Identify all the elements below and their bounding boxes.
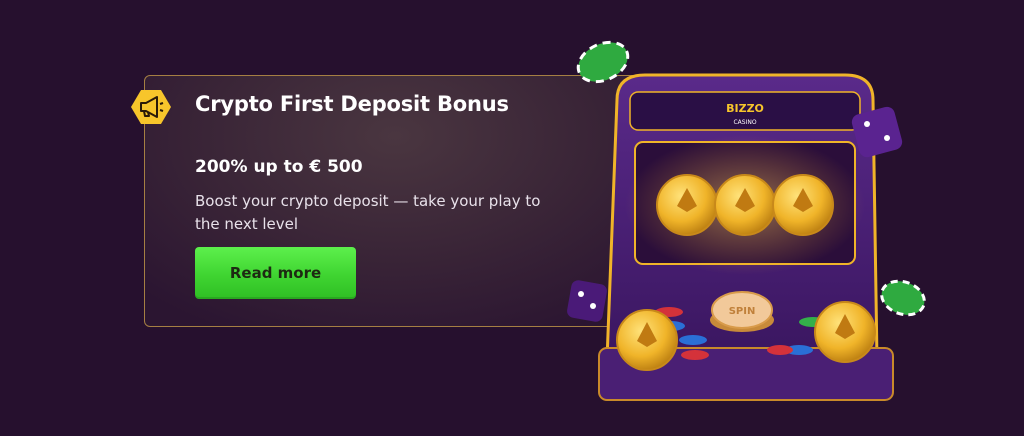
promo-badge: [131, 90, 171, 124]
promo-title: Crypto First Deposit Bonus: [195, 92, 509, 116]
dice-left: [567, 280, 607, 322]
machine-logo: BIZZO: [726, 102, 764, 115]
bonus-amount: 200% up to € 500: [195, 157, 363, 177]
green-chip-right: [880, 279, 926, 317]
machine-logo-sub: CASINO: [733, 119, 756, 126]
spin-label: SPIN: [729, 306, 756, 317]
read-more-button[interactable]: Read more: [195, 247, 356, 299]
promo-description: Boost your crypto deposit — take your pl…: [195, 192, 541, 233]
slot-machine-illustration: BIZZO CASINO SPIN: [567, 40, 926, 401]
reel-coins: [656, 174, 834, 236]
